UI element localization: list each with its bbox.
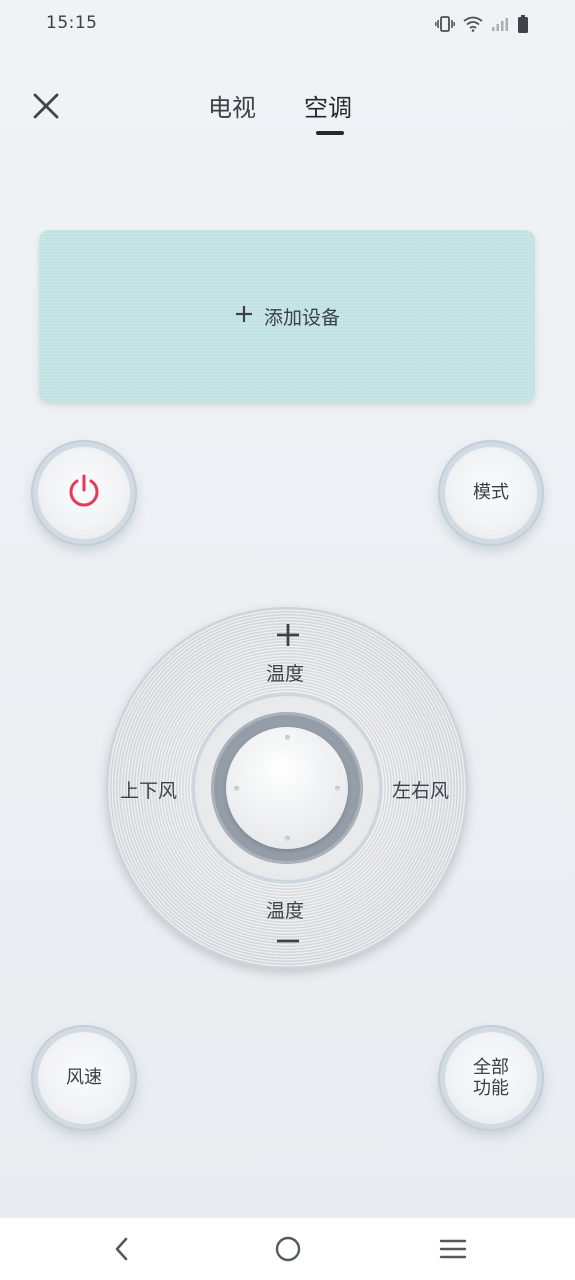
back-icon[interactable] [107,1234,137,1264]
tab-bar: 电视 空调 [0,88,575,148]
all-functions-button[interactable]: 全部 功能 [445,1032,537,1124]
control-dial: 温度 上下风 左右风 温度 [106,607,468,969]
knob-dot [335,786,340,791]
active-tab-indicator [316,131,344,135]
dial-center-button[interactable] [226,727,348,849]
knob-dot [285,836,290,841]
all-functions-label: 全部 功能 [469,1057,513,1099]
mode-label: 模式 [473,482,509,503]
signal-icon [491,16,509,32]
dial-knob-bezel [211,712,363,864]
tab-air-conditioner[interactable]: 空调 [304,88,352,123]
all-functions-line1: 全部 [473,1057,509,1078]
home-icon[interactable] [273,1234,303,1264]
fan-speed-button[interactable]: 风速 [38,1032,130,1124]
power-button[interactable] [38,447,130,539]
status-bar: 15:15 [0,0,575,48]
temperature-down-label[interactable]: 温度 [266,896,304,923]
menu-icon[interactable] [438,1234,468,1264]
battery-icon [517,15,529,33]
vibrate-icon [435,16,455,32]
horizontal-swing-button[interactable]: 左右风 [392,776,449,803]
temperature-up-button[interactable] [276,623,300,647]
navigation-bar [0,1218,575,1280]
add-device-button[interactable]: 添加设备 [39,230,535,402]
temperature-up-label[interactable]: 温度 [266,659,304,686]
knob-dot [234,786,239,791]
wifi-icon [463,16,483,32]
knob-dot [285,735,290,740]
dial-center-ring [195,696,379,880]
add-device-label: 添加设备 [263,306,340,329]
plus-icon [277,624,299,646]
status-icons [435,13,529,35]
fan-speed-label: 风速 [66,1067,102,1088]
temperature-down-button[interactable] [276,929,300,953]
all-functions-line2: 功能 [473,1078,509,1099]
minus-icon [277,939,299,943]
vertical-swing-button[interactable]: 上下风 [120,776,177,803]
mode-button[interactable]: 模式 [445,447,537,539]
plus-icon [234,301,254,329]
power-icon [66,473,102,513]
status-time: 15:15 [46,13,98,33]
tab-tv[interactable]: 电视 [208,88,256,123]
screen: 15:15 电视 空调 添加设备 模式 温度 上下风 左右风 温度 风速 全部 … [0,0,575,1280]
